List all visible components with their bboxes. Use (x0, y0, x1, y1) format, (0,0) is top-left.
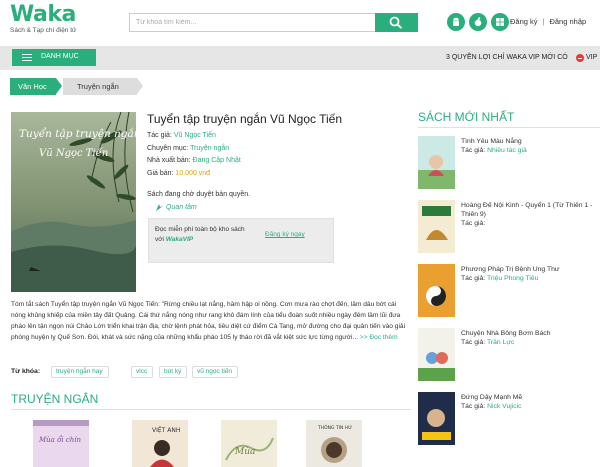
sidebar-book-author: Tác giả: Nick Vujicic (461, 403, 522, 410)
search-input[interactable] (129, 13, 375, 32)
search-button[interactable] (375, 13, 418, 32)
vip-offer-box: Đọc miễn phí toàn bộ kho sách với WakaVI… (148, 218, 334, 263)
vip-promo-link[interactable]: 3 QUYỀN LỢI CHỈ WAKA VIP MỚI CÓ (446, 54, 568, 61)
sidebar-book-title[interactable]: Hoàng Đế Nội Kinh - Quyển 1 (Từ Thiên 1 … (461, 201, 600, 219)
sidebar-book-title[interactable]: Đứng Dậy Mạnh Mẽ (461, 393, 600, 402)
windows-icon[interactable] (491, 13, 509, 31)
category-menu-button[interactable]: DANH MỤC (12, 49, 96, 66)
tag-link[interactable]: bút ký (159, 366, 188, 378)
publisher-label: Nhà xuất bản: (147, 157, 191, 164)
svg-text:Mùa: Mùa (234, 446, 255, 457)
breadcrumb-arrow (137, 78, 143, 94)
book-author-row: Tác giả: Vũ Ngọc Tiến (147, 132, 216, 139)
sidebar-book-item[interactable]: Phương Pháp Trị Bệnh Ung Thư Tác giả: Tr… (418, 264, 600, 319)
waka-logo[interactable]: Waka Sách & Tạp chí điện tử (10, 2, 100, 40)
book-thumbnail-art: Mùa ổi chín (33, 420, 89, 467)
cover-title-line2: Vũ Ngọc Tiến (39, 148, 108, 159)
vip-offer-line2: với WakaVIP (155, 236, 193, 243)
book-thumbnail[interactable]: THÔNG TIN HƯ (306, 420, 362, 467)
sidebar-book-author: Tác giả: (461, 220, 486, 227)
sidebar-book-thumbnail (418, 200, 455, 253)
apple-icon[interactable] (469, 13, 487, 31)
section-divider (11, 409, 411, 410)
vip-register-link[interactable]: Đăng ký ngay (265, 231, 305, 238)
category-label: Chuyên mục: (147, 145, 189, 152)
book-thumbnail[interactable]: VIỆT ANH (132, 420, 188, 467)
bookmark-icon (156, 204, 163, 211)
register-link[interactable]: Đăng ký (510, 17, 538, 26)
publisher-link[interactable]: Đang Cập Nhật (193, 157, 241, 164)
breadcrumb-item-van-hoc[interactable]: Văn Học (10, 78, 56, 95)
search-icon (389, 16, 403, 29)
sidebar-book-item[interactable]: Chuyện Nhà Bông Bơm Bách Tác giả: Trần L… (418, 328, 600, 383)
sidebar-book-author: Tác giả: Triệu Phong Tiêu (461, 275, 539, 282)
sidebar-divider (418, 127, 600, 128)
android-icon[interactable] (447, 13, 465, 31)
book-category-row: Chuyên mục: Truyện ngắn (147, 145, 229, 152)
copyright-status: Sách đang chờ duyệt bản quyền. (147, 191, 251, 198)
tag-link[interactable]: vũ ngọc tiến (192, 366, 239, 378)
svg-text:Mùa ổi chín: Mùa ổi chín (38, 435, 81, 444)
sidebar-book-author: Tác giả: Nhiều tác giả (461, 147, 527, 154)
price-label: Giá bán: (147, 170, 174, 177)
breadcrumb-item-truyen-ngan[interactable]: Truyện ngắn (63, 78, 137, 95)
vip-badge-icon (576, 54, 584, 62)
login-link[interactable]: Đăng nhập (549, 17, 586, 26)
sidebar-book-item[interactable]: Tình Yêu Màu Nắng Tác giả: Nhiều tác giả (418, 136, 600, 191)
svg-text:THÔNG TIN HƯ: THÔNG TIN HƯ (317, 424, 352, 431)
book-thumbnail[interactable]: Mùa (221, 420, 277, 467)
book-thumbnail-art: VIỆT ANH (132, 420, 188, 467)
book-thumbnail[interactable]: Mùa ổi chín (33, 420, 89, 467)
sidebar-title: SÁCH MỚI NHẤT (418, 110, 515, 124)
breadcrumb-arrow (56, 78, 62, 94)
description-text: Tóm tắt sách Tuyển tập truyện ngắn Vũ Ng… (11, 301, 406, 341)
search-bar (129, 13, 418, 32)
header: Waka Sách & Tạp chí điện tử Đăng ký|Đăng… (0, 0, 600, 44)
read-more-link[interactable]: >> Đọc thêm (360, 334, 398, 341)
logo-wordmark: Waka (10, 2, 76, 27)
sidebar-book-item[interactable]: Hoàng Đế Nội Kinh - Quyển 1 (Từ Thiên 1 … (418, 200, 600, 255)
sidebar-book-title[interactable]: Phương Pháp Trị Bệnh Ung Thư (461, 265, 600, 274)
sidebar-book-title[interactable]: Chuyện Nhà Bông Bơm Bách (461, 329, 600, 338)
category-link[interactable]: Truyện ngắn (190, 145, 229, 152)
book-title: Tuyển tập truyện ngắn Vũ Ngọc Tiến (147, 112, 343, 126)
tag-link[interactable]: truyện ngắn hay (51, 366, 109, 378)
book-thumbnail-art: THÔNG TIN HƯ (306, 420, 362, 467)
auth-links: Đăng ký | Đăng nhập (510, 17, 586, 26)
sidebar-book-thumbnail (418, 136, 455, 189)
follow-label: Quan tâm (166, 204, 197, 211)
book-publisher-row: Nhà xuất bản: Đang Cập Nhật (147, 157, 241, 164)
author-label: Tác giả: (147, 132, 172, 139)
sidebar-book-thumbnail (418, 392, 455, 445)
waka-vip-brand: WakaVIP (165, 236, 194, 243)
book-cover: Tuyển tập truyện ngắn Vũ Ngọc Tiến (11, 112, 136, 292)
vip-offer-prefix: với (155, 236, 164, 243)
book-price-row: Giá bán: 10.000 vnđ (147, 170, 210, 177)
sidebar-book-thumbnail (418, 264, 455, 317)
sidebar-book-thumbnail (418, 328, 455, 381)
category-menu-label: DANH MỤC (41, 53, 79, 60)
category-bar: DANH MỤC 3 QUYỀN LỢI CHỈ WAKA VIP MỚI CÓ… (0, 46, 600, 70)
svg-text:VIỆT ANH: VIỆT ANH (152, 426, 180, 434)
vip-offer-line1: Đọc miễn phí toàn bộ kho sách (155, 226, 245, 233)
vip-label[interactable]: VIP (586, 54, 597, 61)
tag-link[interactable]: vlcc (131, 366, 154, 378)
sidebar-book-title[interactable]: Tình Yêu Màu Nắng (461, 137, 600, 146)
auth-separator: | (542, 17, 545, 26)
sidebar-book-item[interactable]: Đứng Dậy Mạnh Mẽ Tác giả: Nick Vujicic (418, 392, 600, 447)
book-cover-art: Tuyển tập truyện ngắn Vũ Ngọc Tiến (11, 112, 136, 292)
price-value: 10.000 vnđ (175, 170, 211, 177)
author-link[interactable]: Vũ Ngọc Tiến (174, 132, 216, 139)
sidebar-book-author: Tác giả: Trần Lực (461, 339, 515, 346)
tags-label: Từ khóa: (11, 368, 41, 375)
section-title: TRUYỆN NGẮN (11, 392, 99, 406)
cover-title-line1: Tuyển tập truyện ngắn (19, 127, 136, 140)
hamburger-icon (22, 54, 32, 61)
book-description: Tóm tắt sách Tuyển tập truyện ngắn Vũ Ng… (11, 299, 411, 343)
book-thumbnail-art: Mùa (221, 420, 277, 467)
logo-tagline: Sách & Tạp chí điện tử (10, 27, 77, 34)
